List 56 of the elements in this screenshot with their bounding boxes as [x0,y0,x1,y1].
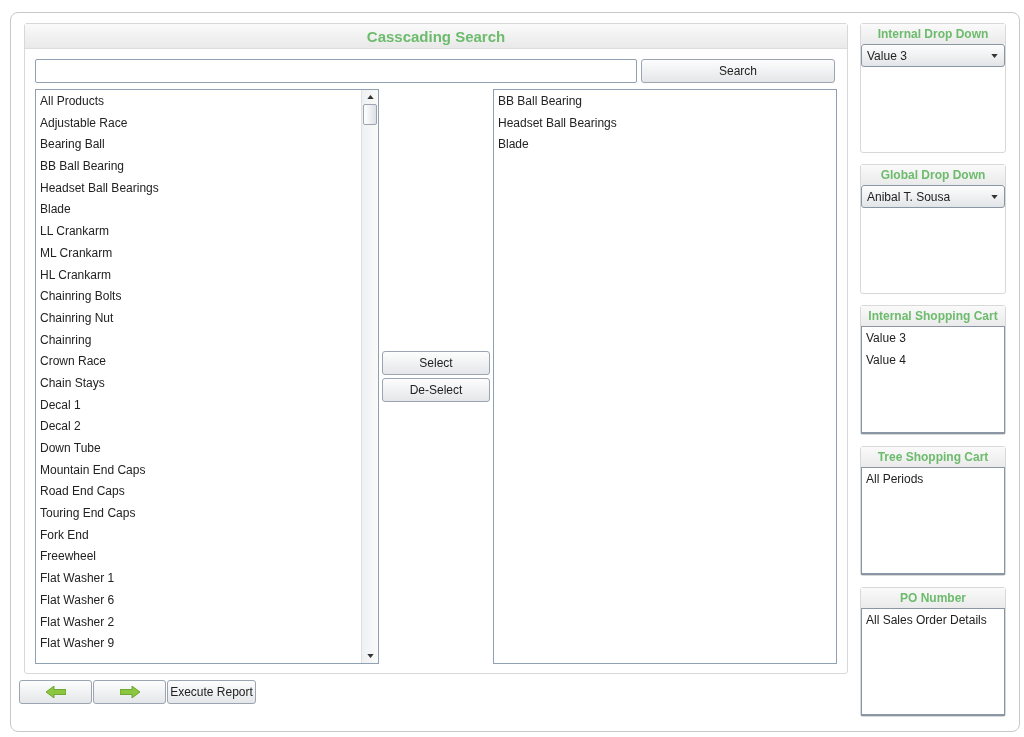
caret-icon [991,53,998,58]
search-field[interactable] [35,59,637,83]
dropdown[interactable]: Value 3 [861,44,1005,67]
panel-title: Tree Shopping Cart [877,450,989,464]
list-item[interactable]: Chainring Nut [36,307,361,330]
list-item[interactable]: Flat Washer 6 [36,589,361,612]
list-item[interactable]: All Periods [862,469,1004,491]
list-item[interactable]: Blade [36,199,361,222]
panel-title: PO Number [900,591,966,605]
list-item[interactable]: Decal 2 [36,416,361,438]
list-item[interactable]: LL Crankarm [36,221,361,243]
dropdown[interactable]: Anibal T. Sousa [861,185,1005,208]
list-item[interactable]: Flat Washer 9 [36,633,361,655]
list-item[interactable]: All Products [36,91,361,113]
right-arrow-icon [119,686,140,698]
panel-title: Internal Shopping Cart [868,309,998,323]
scroll-up-icon[interactable] [366,95,374,99]
list-item[interactable]: Mountain End Caps [36,459,361,482]
list-item[interactable]: Chainring [36,329,361,352]
list-item[interactable]: Down Tube [36,438,361,460]
list-item[interactable]: Crown Race [36,351,361,373]
caret-icon [991,194,998,199]
select-button[interactable]: Select [382,351,490,375]
list-item[interactable]: Fork End [36,524,361,547]
scroll-thumb[interactable] [363,104,377,125]
list-item[interactable]: Bearing Ball [36,134,361,157]
list-item[interactable]: Headset Ball Bearings [494,112,836,135]
list-item[interactable]: Value 3 [862,328,1004,350]
list-item[interactable]: Chainring Bolts [36,286,361,308]
list-item[interactable]: Freewheel [36,546,361,569]
list-item[interactable]: Value 4 [862,349,1004,372]
panel-title: Casscading Search [366,27,506,45]
panel-title: Global Drop Down [880,168,986,182]
back-button[interactable] [19,680,92,704]
list-item[interactable]: Decal 1 [36,394,361,417]
list-item[interactable]: Chain Stays [36,372,361,395]
list-item[interactable]: Flat Washer 1 [36,568,361,590]
list-item[interactable]: All Sales Order Details [862,610,1004,632]
scrollbar[interactable] [361,90,378,663]
list-item[interactable]: Adjustable Race [36,112,361,135]
list-item[interactable]: Touring End Caps [36,503,361,525]
list-item[interactable]: HL Crankarm [36,264,361,287]
forward-button[interactable] [93,680,166,704]
panel-title: Internal Drop Down [877,27,989,41]
search-button[interactable]: Search [641,59,835,83]
list-item[interactable]: Blade [494,134,836,157]
list-item[interactable]: Road End Caps [36,481,361,504]
list-item[interactable]: Flat Washer 2 [36,611,361,634]
execute-report-button[interactable]: Execute Report [167,680,256,704]
list-item[interactable]: ML Crankarm [36,242,361,265]
deselect-button[interactable]: De-Select [382,378,490,402]
list-item[interactable]: BB Ball Bearing [494,91,836,113]
left-arrow-icon [45,686,66,698]
scroll-down-icon[interactable] [366,654,374,658]
list-item[interactable]: BB Ball Bearing [36,156,361,178]
list-item[interactable]: Headset Ball Bearings [36,177,361,200]
